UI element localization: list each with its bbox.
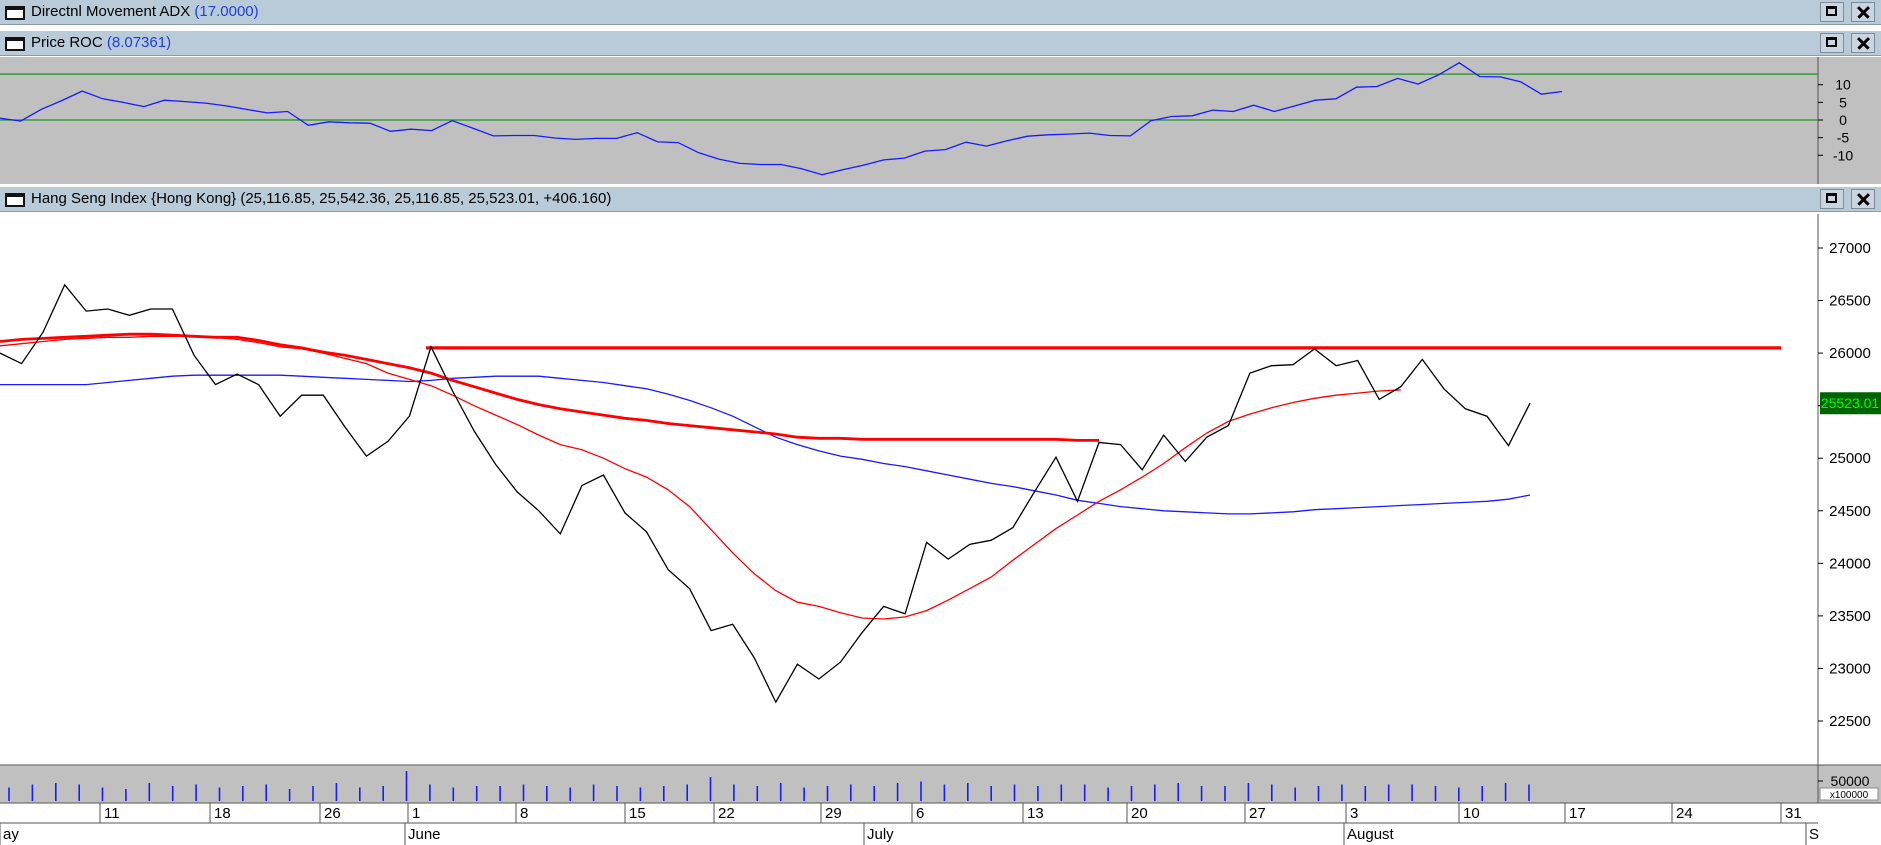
- x-day-label: 13: [1027, 805, 1044, 822]
- x-day-label: 22: [718, 805, 735, 822]
- x-day-label: 1: [412, 805, 420, 822]
- x-month-label: June: [408, 826, 441, 843]
- x-day-label: 10: [1463, 805, 1480, 822]
- x-day-label: 6: [916, 805, 924, 822]
- roc-tick-label: 10: [1835, 77, 1851, 93]
- price-tick-label: 24500: [1829, 503, 1871, 520]
- x-day-label: 20: [1131, 805, 1148, 822]
- price-tick-label: 23000: [1829, 660, 1871, 677]
- x-day-label: 3: [1350, 805, 1358, 822]
- roc-tick-label: 0: [1839, 112, 1847, 128]
- x-day-label: 11: [104, 805, 120, 822]
- last-price-badge: 25523.01: [1820, 392, 1881, 415]
- price-tick-label: 23500: [1829, 608, 1871, 625]
- price-tick-label: 26500: [1829, 293, 1871, 310]
- x-month-label: S: [1809, 826, 1819, 843]
- x-day-label: 24: [1676, 805, 1693, 822]
- price-tick-label: 27000: [1829, 240, 1871, 257]
- last-price-label: 25523.01: [1821, 395, 1880, 411]
- roc-tick-label: -5: [1837, 130, 1850, 146]
- volume-scale-label: x100000: [1830, 790, 1869, 801]
- x-day-label: 31: [1785, 805, 1802, 822]
- x-day-label: 26: [324, 805, 341, 822]
- ma-red-thick-line: [0, 332, 1099, 442]
- x-day-label: 18: [214, 805, 231, 822]
- roc-tick-label: -10: [1833, 147, 1853, 163]
- x-day-label: 8: [520, 805, 528, 822]
- x-day-label: 15: [629, 805, 646, 822]
- price-tick-label: 24000: [1829, 555, 1871, 572]
- price-tick-label: 26000: [1829, 345, 1871, 362]
- x-day-label: 17: [1569, 805, 1586, 822]
- chart-canvas: 1050-5-10 270002650026000255002500024500…: [0, 57, 1881, 845]
- x-month-label: ay: [3, 826, 19, 843]
- price-tick-label: 25000: [1829, 450, 1871, 467]
- volume-tick-label: 50000: [1831, 773, 1870, 789]
- x-day-label: 27: [1249, 805, 1266, 822]
- ma-blue-line: [0, 374, 1531, 515]
- roc-tick-label: 5: [1839, 94, 1847, 110]
- ma-red-thin-line: [0, 335, 1401, 620]
- x-month-label: August: [1347, 826, 1395, 843]
- volume-pane-background: [0, 765, 1818, 803]
- price-tick-label: 22500: [1829, 713, 1871, 730]
- x-day-label: 29: [825, 805, 842, 822]
- x-month-label: July: [867, 826, 894, 843]
